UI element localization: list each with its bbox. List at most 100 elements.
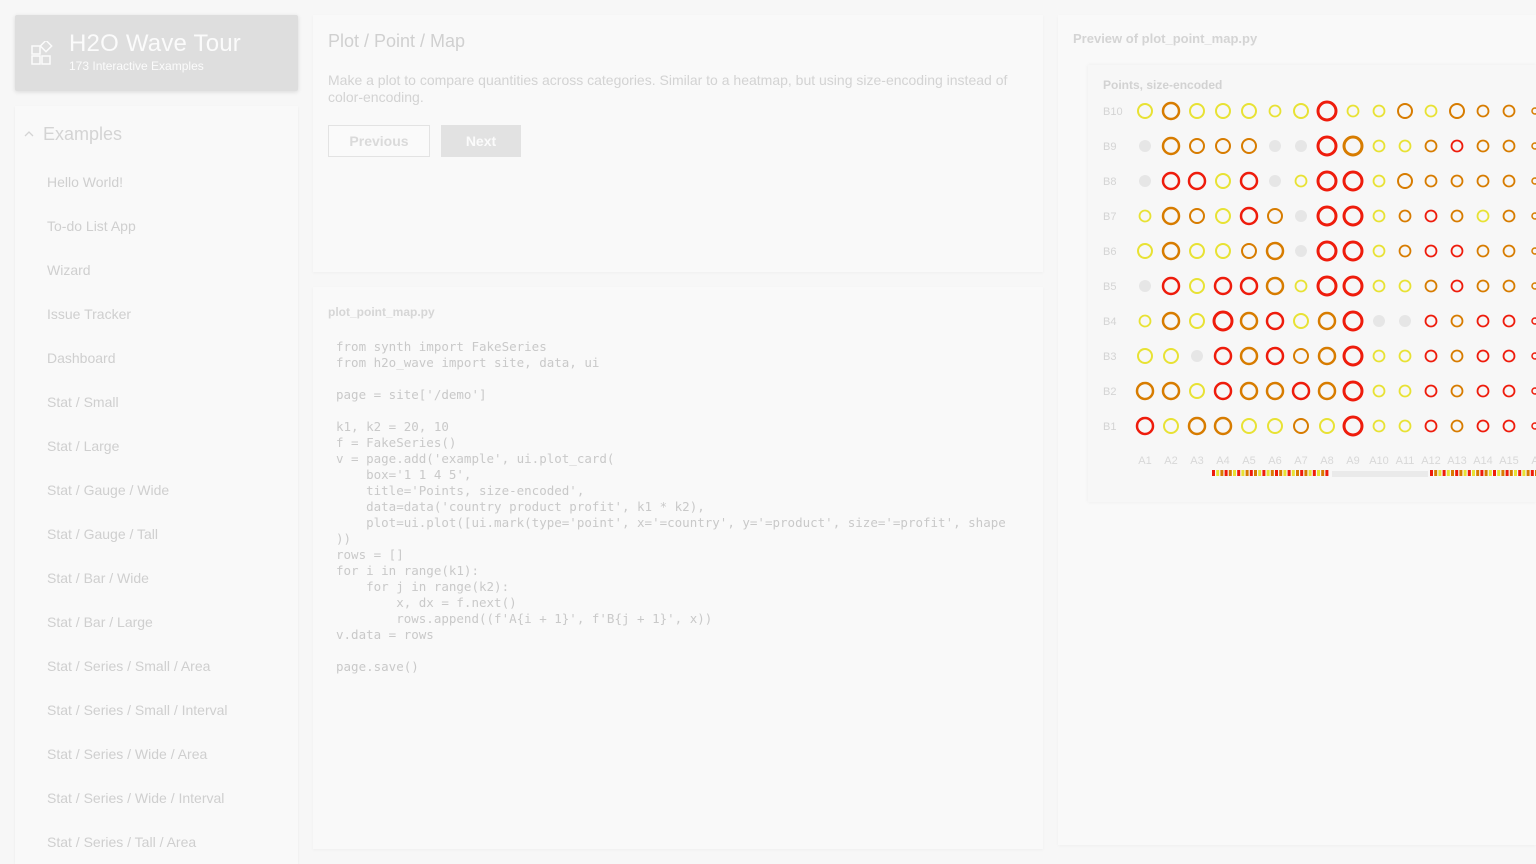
point-mark[interactable]	[1346, 104, 1360, 118]
point-mark[interactable]	[1316, 170, 1338, 192]
point-mark[interactable]	[1502, 139, 1516, 153]
point-mark[interactable]	[1213, 381, 1233, 401]
sidebar-item[interactable]: Stat / Series / Small / Interval	[47, 688, 287, 732]
point-mark[interactable]	[1424, 174, 1438, 188]
point-mark[interactable]	[1502, 349, 1516, 363]
point-mark[interactable]	[1398, 419, 1412, 433]
point-mark[interactable]	[1135, 416, 1155, 436]
point-mark[interactable]	[1163, 348, 1179, 364]
point-mark[interactable]	[1372, 419, 1386, 433]
point-mark[interactable]	[1531, 352, 1536, 360]
point-mark[interactable]	[1265, 311, 1285, 331]
point-mark[interactable]	[1295, 140, 1307, 152]
point-mark[interactable]	[1265, 241, 1285, 261]
point-mark[interactable]	[1476, 139, 1490, 153]
point-mark[interactable]	[1502, 384, 1516, 398]
point-map-chart[interactable]: B10 B9 B8 B7 B6 B5 B4 B3 B2 B1 A1 A2 A3 A4 A5 A6 A7 A8 A9 A…	[1088, 65, 1536, 502]
point-mark[interactable]	[1294, 279, 1308, 293]
point-mark[interactable]	[1161, 241, 1181, 261]
point-mark[interactable]	[1161, 171, 1181, 191]
point-mark[interactable]	[1137, 103, 1153, 119]
point-mark[interactable]	[1424, 349, 1438, 363]
point-mark[interactable]	[1213, 346, 1233, 366]
point-mark[interactable]	[1424, 244, 1438, 258]
point-mark[interactable]	[1161, 276, 1181, 296]
point-mark[interactable]	[1239, 276, 1259, 296]
point-mark[interactable]	[1450, 349, 1464, 363]
point-mark[interactable]	[1189, 103, 1205, 119]
point-mark[interactable]	[1189, 383, 1205, 399]
point-mark[interactable]	[1476, 279, 1490, 293]
code-block[interactable]: from synth import FakeSeries from h2o_wav…	[336, 339, 1036, 675]
point-mark[interactable]	[1399, 315, 1411, 327]
point-mark[interactable]	[1476, 314, 1490, 328]
point-mark[interactable]	[1213, 416, 1233, 436]
point-mark[interactable]	[1265, 381, 1285, 401]
app-header[interactable]: H2O Wave Tour 173 Interactive Examples	[15, 15, 298, 91]
point-mark[interactable]	[1476, 349, 1490, 363]
point-mark[interactable]	[1450, 244, 1464, 258]
point-mark[interactable]	[1265, 346, 1285, 366]
point-mark[interactable]	[1316, 100, 1338, 122]
previous-button[interactable]: Previous	[328, 125, 430, 157]
point-mark[interactable]	[1241, 103, 1257, 119]
point-mark[interactable]	[1239, 381, 1259, 401]
point-mark[interactable]	[1319, 418, 1335, 434]
point-mark[interactable]	[1161, 136, 1181, 156]
point-mark[interactable]	[1317, 381, 1337, 401]
point-mark[interactable]	[1372, 209, 1386, 223]
point-mark[interactable]	[1138, 314, 1152, 328]
point-mark[interactable]	[1191, 350, 1203, 362]
examples-group-toggle[interactable]: Examples	[23, 122, 122, 146]
point-mark[interactable]	[1424, 279, 1438, 293]
point-mark[interactable]	[1135, 381, 1155, 401]
sidebar-item[interactable]: To-do List App	[47, 204, 287, 248]
point-mark[interactable]	[1294, 174, 1308, 188]
point-mark[interactable]	[1342, 170, 1364, 192]
point-mark[interactable]	[1267, 418, 1283, 434]
point-mark[interactable]	[1187, 416, 1207, 436]
point-mark[interactable]	[1502, 104, 1516, 118]
sidebar-item[interactable]: Stat / Series / Wide / Interval	[47, 776, 287, 820]
sidebar-item[interactable]: Stat / Series / Wide / Area	[47, 732, 287, 776]
point-mark[interactable]	[1372, 384, 1386, 398]
point-mark[interactable]	[1502, 174, 1516, 188]
point-mark[interactable]	[1161, 101, 1181, 121]
point-mark[interactable]	[1398, 384, 1412, 398]
sidebar-item[interactable]: Stat / Series / Small / Area	[47, 644, 287, 688]
point-mark[interactable]	[1239, 311, 1259, 331]
point-mark[interactable]	[1161, 206, 1181, 226]
point-mark[interactable]	[1295, 210, 1307, 222]
point-mark[interactable]	[1372, 104, 1386, 118]
point-mark[interactable]	[1502, 314, 1516, 328]
point-mark[interactable]	[1317, 311, 1337, 331]
point-mark[interactable]	[1189, 243, 1205, 259]
point-mark[interactable]	[1189, 313, 1205, 329]
point-mark[interactable]	[1189, 208, 1205, 224]
point-mark[interactable]	[1502, 209, 1516, 223]
point-mark[interactable]	[1316, 135, 1338, 157]
point-mark[interactable]	[1372, 139, 1386, 153]
point-mark[interactable]	[1450, 279, 1464, 293]
point-mark[interactable]	[1372, 349, 1386, 363]
point-mark[interactable]	[1476, 244, 1490, 258]
point-mark[interactable]	[1269, 140, 1281, 152]
point-mark[interactable]	[1476, 384, 1490, 398]
point-mark[interactable]	[1316, 275, 1338, 297]
point-mark[interactable]	[1450, 209, 1464, 223]
point-mark[interactable]	[1372, 279, 1386, 293]
point-mark[interactable]	[1161, 381, 1181, 401]
point-mark[interactable]	[1476, 174, 1490, 188]
point-mark[interactable]	[1531, 177, 1536, 185]
point-mark[interactable]	[1293, 103, 1309, 119]
next-button[interactable]: Next	[441, 125, 521, 157]
point-mark[interactable]	[1269, 175, 1281, 187]
point-mark[interactable]	[1398, 349, 1412, 363]
point-mark[interactable]	[1137, 348, 1153, 364]
point-mark[interactable]	[1502, 244, 1516, 258]
point-mark[interactable]	[1449, 103, 1465, 119]
point-mark[interactable]	[1187, 171, 1207, 191]
point-mark[interactable]	[1397, 103, 1413, 119]
point-mark[interactable]	[1424, 384, 1438, 398]
point-mark[interactable]	[1239, 346, 1259, 366]
